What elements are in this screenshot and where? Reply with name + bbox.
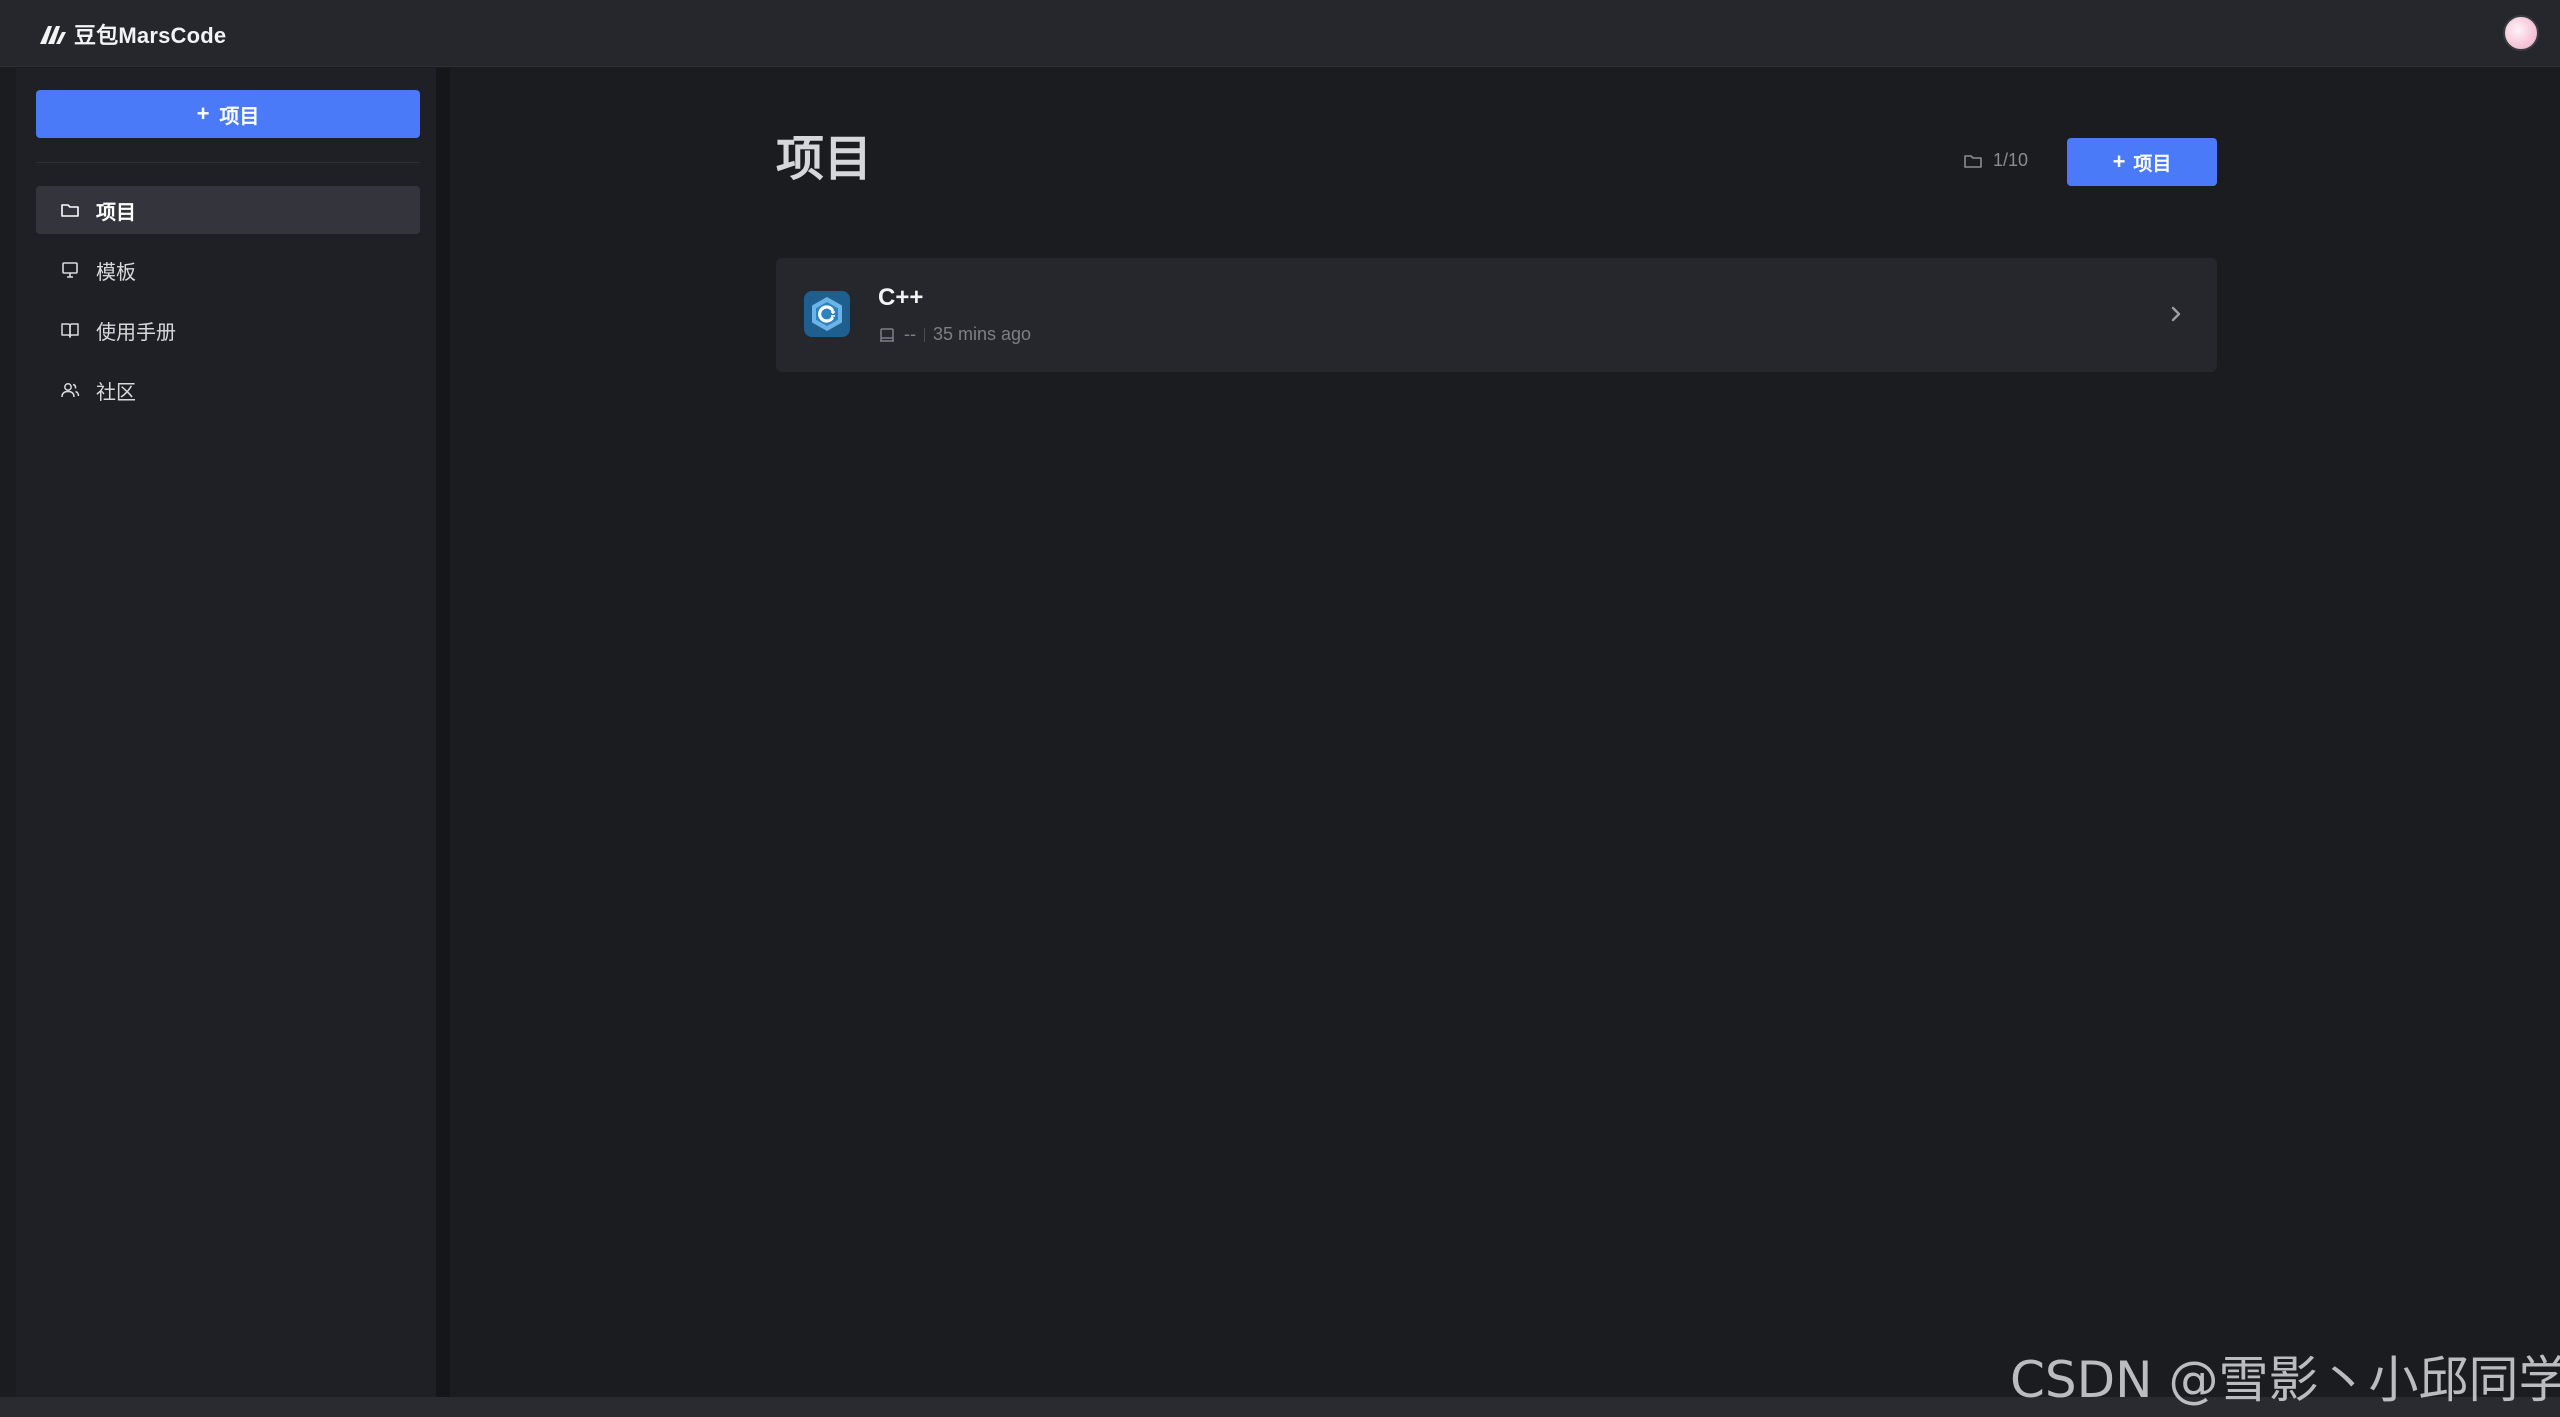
marscode-logo-icon — [40, 26, 66, 44]
sidebar-resize-handle[interactable] — [436, 68, 450, 1397]
monitor-icon — [62, 262, 78, 278]
chevron-right-icon[interactable] — [2164, 302, 2188, 326]
sidebar-item-label: 项目 — [96, 201, 136, 224]
sidebar-item-templates[interactable]: 模板 — [36, 246, 420, 294]
logo[interactable]: 豆包MarsCode — [38, 19, 226, 49]
sidebar-item-manual[interactable]: 使用手册 — [36, 306, 420, 354]
sidebar-item-label: 模板 — [96, 261, 136, 284]
folder-icon — [1964, 154, 1982, 168]
new-project-button[interactable]: + 项目 — [2067, 138, 2217, 186]
sidebar-item-label: 使用手册 — [96, 321, 176, 344]
project-updated: 35 mins ago — [933, 324, 1032, 344]
sidebar-divider — [36, 162, 420, 163]
logo-text: 豆包MarsCode — [74, 23, 227, 48]
project-name: C++ — [878, 284, 924, 311]
main-content: 项目 1/10 + 项目 C++ -- 35 mins ago — [450, 68, 2547, 1397]
sidebar-item-label: 社区 — [96, 381, 136, 404]
project-meta: -- 35 mins ago — [878, 324, 1031, 345]
project-machine: -- — [904, 324, 916, 344]
book-icon — [61, 323, 79, 338]
sidebar-nav: 项目 模板 使用手册 社区 — [36, 186, 420, 426]
meta-separator — [924, 327, 925, 342]
sidebar-new-project-label: 项目 — [219, 105, 260, 128]
cpp-icon — [804, 291, 850, 337]
project-card[interactable]: C++ -- 35 mins ago — [776, 258, 2217, 372]
plus-icon: + — [2112, 149, 2126, 174]
quota-text: 1/10 — [1993, 150, 2029, 170]
folder-icon — [61, 204, 79, 217]
app-window: 豆包MarsCode + 项目 项目 模板 使用手册 社区 项目 1/10 + … — [0, 0, 2560, 1417]
top-bar: 豆包MarsCode — [0, 0, 2560, 67]
project-quota: 1/10 — [1963, 150, 2028, 171]
new-project-label: 项目 — [2133, 153, 2172, 175]
sidebar-item-projects[interactable]: 项目 — [36, 186, 420, 234]
page-title: 项目 — [776, 133, 873, 186]
plus-icon: + — [196, 101, 210, 126]
users-icon — [61, 383, 80, 398]
user-avatar[interactable] — [2503, 15, 2539, 51]
sidebar-new-project-button[interactable]: + 项目 — [36, 90, 420, 138]
watermark: CSDN @雪影丶小邱同学 — [2010, 1351, 2560, 1409]
machine-icon — [880, 327, 894, 342]
sidebar: + 项目 项目 模板 使用手册 社区 — [16, 68, 436, 1397]
sidebar-item-community[interactable]: 社区 — [36, 366, 420, 414]
